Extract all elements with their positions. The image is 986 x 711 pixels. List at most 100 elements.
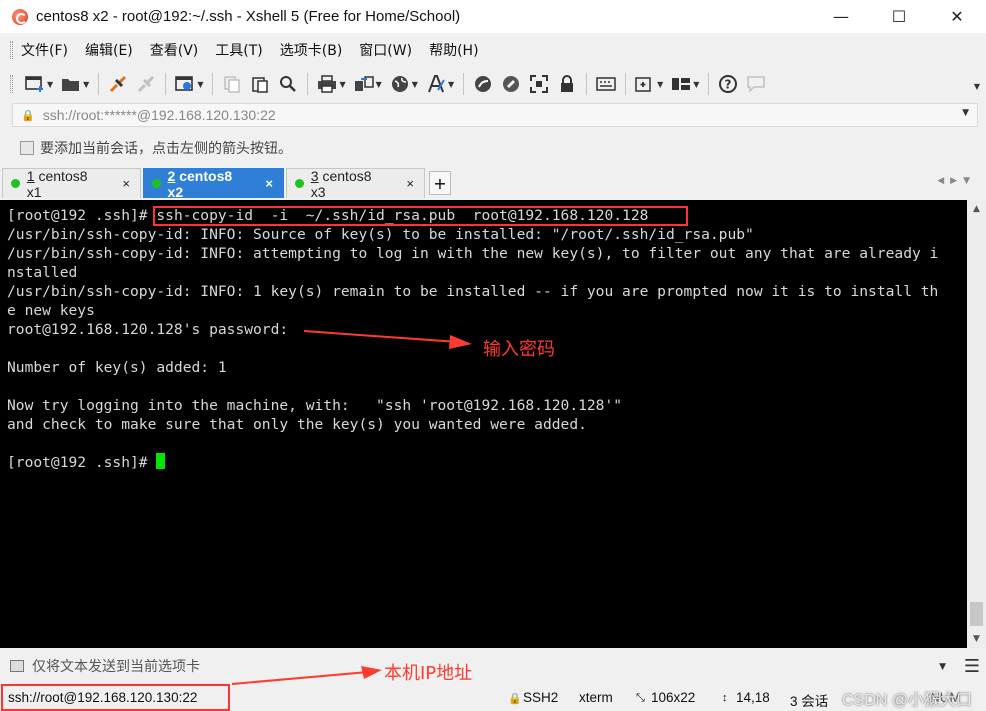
lock-icon[interactable]	[556, 73, 578, 95]
compose-dropdown-icon[interactable]: ▼	[939, 662, 946, 672]
properties-icon[interactable]	[174, 73, 196, 95]
print-icon[interactable]	[316, 73, 338, 95]
terminal-output-line: Now try logging into the machine, with: …	[7, 397, 623, 414]
terminal-output-line: /usr/bin/ssh-copy-id: INFO: 1 key(s) rem…	[7, 283, 939, 300]
toolbar: ▼ ▼ ▼ ▼ ▼ ▼ ▼ ▼ ▼ ? ▼	[0, 66, 986, 102]
terminal-scrollbar[interactable]: ▲ ▼	[967, 200, 986, 648]
resize-icon: ⤡	[636, 692, 645, 704]
close-button[interactable]: ✕	[928, 0, 986, 33]
address-bar[interactable]: 🔒 ssh://root:******@192.168.120.130:22 ▼	[12, 103, 978, 127]
tab-bar: 1 centos8 x1 × 2 centos8 x2 × 3 centos8 …	[0, 167, 986, 200]
terminal-output-line: Number of key(s) added: 1	[7, 359, 227, 376]
address-dropdown-icon[interactable]: ▼	[962, 108, 969, 118]
copy-icon	[221, 73, 243, 95]
tab-label: 2 centos8 x2	[167, 167, 233, 200]
status-terminal-type: xterm	[579, 690, 613, 705]
command-highlight-box	[153, 206, 688, 226]
toolbar-separator	[463, 73, 465, 95]
menu-file[interactable]: 文件(F)	[21, 40, 68, 60]
tab-centos8-x2[interactable]: 2 centos8 x2 ×	[143, 167, 284, 200]
toolbar-separator	[586, 73, 588, 95]
status-connection: ssh://root@192.168.120.130:22	[8, 690, 198, 705]
tab-label: 1 centos8 x1	[26, 167, 88, 200]
compose-icon[interactable]	[634, 73, 656, 95]
connected-status-icon	[295, 179, 304, 188]
scroll-thumb[interactable]	[970, 602, 983, 626]
print-dropdown-icon[interactable]: ▼	[339, 80, 345, 89]
tab-scroll-arrows-icon[interactable]: ◀▶▼	[937, 176, 976, 186]
transfer-dropdown-icon[interactable]: ▼	[376, 80, 382, 89]
font-dropdown-icon[interactable]: ▼	[448, 80, 454, 89]
toolbar-separator	[307, 73, 309, 95]
toolbar-grip[interactable]	[10, 75, 13, 93]
terminal-output-line: e new keys	[7, 302, 95, 319]
session-hint-icon	[20, 141, 34, 155]
menu-view[interactable]: 查看(V)	[150, 40, 199, 60]
transfer-icon[interactable]	[353, 73, 375, 95]
scroll-down-icon[interactable]: ▼	[967, 630, 986, 647]
layout-dropdown-icon[interactable]: ▼	[693, 80, 699, 89]
paste-icon[interactable]	[249, 73, 271, 95]
new-session-dropdown-icon[interactable]: ▼	[47, 80, 53, 89]
menu-grip[interactable]	[10, 41, 13, 59]
status-bar: ssh://root@192.168.120.130:22 🔒 SSH2 xte…	[0, 684, 986, 711]
menu-tabs[interactable]: 选项卡(B)	[280, 40, 343, 60]
help-icon[interactable]: ?	[717, 73, 739, 95]
keyboard-icon	[10, 660, 24, 672]
xshell-window: centos8 x2 - root@192:~/.ssh - Xshell 5 …	[0, 0, 986, 711]
hint-text: 要添加当前会话，点击左侧的箭头按钮。	[40, 141, 292, 157]
add-tab-button[interactable]: +	[429, 171, 451, 195]
new-session-icon[interactable]	[24, 73, 46, 95]
script-icon[interactable]	[500, 73, 522, 95]
open-dropdown-icon[interactable]: ▼	[83, 80, 89, 89]
scroll-up-icon[interactable]: ▲	[967, 200, 986, 217]
reconnect-icon[interactable]	[107, 73, 129, 95]
toolbar-overflow-icon[interactable]: ▼	[974, 82, 980, 91]
window-title: centos8 x2 - root@192:~/.ssh - Xshell 5 …	[36, 8, 461, 25]
layout-icon[interactable]	[670, 73, 692, 95]
keyboard-icon[interactable]	[595, 73, 617, 95]
globe-dropdown-icon[interactable]: ▼	[412, 80, 418, 89]
font-icon[interactable]	[425, 73, 447, 95]
tab-close-icon[interactable]: ×	[406, 176, 414, 191]
terminal-output-line: /usr/bin/ssh-copy-id: INFO: attempting t…	[7, 245, 939, 262]
fullscreen-icon[interactable]	[528, 73, 550, 95]
terminal-output-line: /usr/bin/ssh-copy-id: INFO: Source of ke…	[7, 226, 754, 243]
tab-close-icon[interactable]: ×	[122, 176, 130, 191]
svg-text:?: ?	[725, 78, 732, 92]
status-cursor: 14,18	[736, 690, 770, 705]
tab-close-icon[interactable]: ×	[265, 176, 273, 191]
toolbar-separator	[165, 73, 167, 95]
terminal-password-line: root@192.168.120.128's password:	[7, 321, 289, 338]
password-annotation: 输入密码	[483, 339, 555, 360]
find-icon[interactable]	[277, 73, 299, 95]
password-arrow-icon	[303, 330, 472, 349]
status-size: 106x22	[651, 690, 696, 705]
tab-centos8-x1[interactable]: 1 centos8 x1 ×	[2, 167, 141, 200]
xftp-icon[interactable]	[472, 73, 494, 95]
csdn-watermark: CSDN @小猴大口	[841, 692, 972, 709]
terminal-output-line: and check to make sure that only the key…	[7, 416, 587, 433]
chat-icon	[745, 73, 767, 95]
compose-bar[interactable]: 仅将文本发送到当前选项卡 ▼ ☰	[0, 652, 986, 680]
maximize-button[interactable]: ☐	[870, 0, 928, 33]
compose-dropdown-icon[interactable]: ▼	[657, 80, 663, 89]
connected-status-icon	[152, 179, 161, 188]
open-folder-icon[interactable]	[60, 73, 82, 95]
menu-tools[interactable]: 工具(T)	[215, 40, 262, 60]
address-value: ssh://root:******@192.168.120.130:22	[42, 107, 276, 123]
toolbar-separator	[98, 73, 100, 95]
globe-icon[interactable]	[389, 73, 411, 95]
terminal-screen[interactable]: [root@192 .ssh]# ssh-copy-id -i ~/.ssh/i…	[0, 200, 967, 648]
tab-centos8-x3[interactable]: 3 centos8 x3 ×	[286, 168, 425, 200]
terminal-cursor	[156, 453, 166, 469]
menu-edit[interactable]: 编辑(E)	[85, 40, 133, 60]
status-protocol: SSH2	[523, 690, 559, 705]
xshell-logo-icon	[12, 8, 28, 25]
menu-window[interactable]: 窗口(W)	[359, 40, 412, 60]
minimize-button[interactable]: —	[812, 0, 870, 33]
hamburger-menu-icon[interactable]: ☰	[964, 656, 980, 677]
menu-help[interactable]: 帮助(H)	[429, 40, 478, 60]
cursor-position-icon: ↕	[722, 692, 728, 704]
properties-dropdown-icon[interactable]: ▼	[197, 80, 203, 89]
